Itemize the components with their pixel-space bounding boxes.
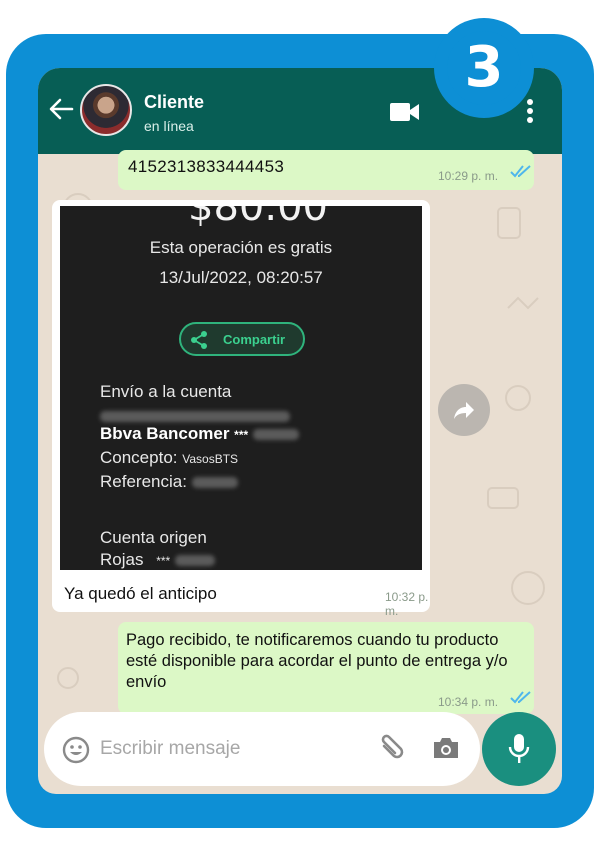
forward-button[interactable] [438, 384, 490, 436]
share-label: Compartir [223, 332, 286, 347]
outgoing-message[interactable]: Pago recibido, te notificaremos cuando t… [118, 622, 534, 714]
message-text: 4152313833444453 [128, 157, 285, 176]
message-time: 10:34 p. m. [438, 695, 499, 709]
receipt-datetime: 13/Jul/2022, 08:20:57 [159, 268, 323, 287]
message-caption: Ya quedó el anticipo [64, 584, 217, 603]
microphone-button[interactable] [482, 712, 556, 786]
concept-label: Concepto: [100, 448, 178, 467]
emoji-icon[interactable] [62, 736, 90, 764]
step-number-badge: 3 [434, 18, 534, 118]
outgoing-message[interactable]: 4152313833444453 10:29 p. m. [118, 150, 534, 190]
origin-row: Rojas *** [100, 550, 215, 570]
send-to-label: Envío a la cuenta [100, 382, 232, 401]
message-input[interactable]: Escribir mensaje [100, 738, 240, 760]
share-button[interactable]: Compartir [179, 322, 305, 356]
reference-row: Referencia: [100, 472, 238, 492]
microphone-icon [508, 734, 530, 763]
message-list[interactable]: 4152313833444453 10:29 p. m. $80.00 Esta… [38, 150, 562, 794]
origin-masked: *** [156, 554, 171, 568]
forward-icon [454, 402, 474, 419]
attach-clip-icon[interactable] [374, 732, 408, 766]
camera-icon[interactable] [432, 736, 460, 760]
read-ticks-icon [510, 691, 531, 704]
origin-label: Cuenta origen [100, 528, 207, 547]
origin-name: Rojas [100, 550, 144, 569]
back-arrow-icon[interactable] [48, 96, 74, 122]
step-number: 3 [447, 31, 521, 105]
contact-status: en línea [144, 118, 194, 134]
concept-value: VasosBTS [182, 452, 239, 466]
message-input-bar[interactable]: Escribir mensaje [44, 712, 480, 786]
bank-name: Bbva Bancomer [100, 424, 230, 443]
message-time: 10:29 p. m. [438, 169, 499, 183]
receipt-amount: $80.00 [188, 206, 328, 230]
recipient-name-redacted [100, 406, 290, 426]
message-time: 10:32 p. m. [385, 590, 429, 618]
video-call-icon[interactable] [390, 102, 420, 122]
bank-row: Bbva Bancomer *** [100, 424, 299, 444]
transfer-receipt-image[interactable]: $80.00 Esta operación es gratis 13/Jul/2… [60, 206, 422, 570]
share-icon [191, 331, 207, 349]
bank-suffix: *** [234, 428, 249, 442]
receipt-free-note: Esta operación es gratis [149, 238, 333, 257]
concept-row: Concepto: VasosBTS [100, 448, 238, 468]
whatsapp-chat-screen: Cliente en línea 4152313833444453 10:29 … [38, 68, 562, 794]
read-ticks-icon [510, 165, 531, 178]
contact-name[interactable]: Cliente [144, 92, 204, 113]
reference-label: Referencia: [100, 472, 187, 491]
avatar[interactable] [80, 84, 132, 136]
incoming-image-message[interactable]: $80.00 Esta operación es gratis 13/Jul/2… [52, 200, 430, 618]
message-text: Pago recibido, te notificaremos cuando t… [126, 631, 508, 691]
overflow-menu-icon[interactable] [526, 98, 534, 124]
